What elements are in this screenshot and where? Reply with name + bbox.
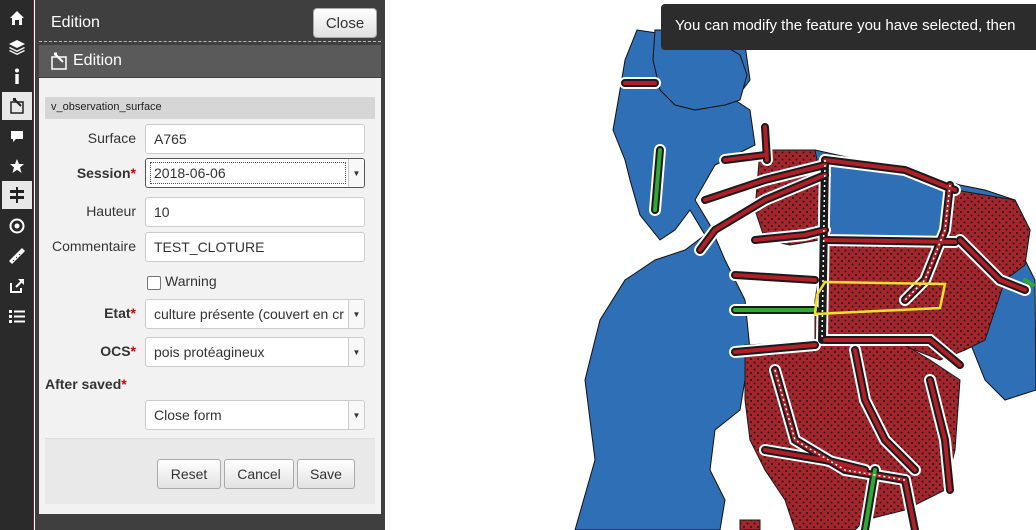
locate-icon[interactable] [2,212,32,240]
after-saved-label: After saved* [45,376,127,392]
comment-icon[interactable] [2,122,32,150]
save-button[interactable]: Save [297,459,355,489]
dock-title: Edition [51,14,100,31]
edition-subheader: Edition [39,45,381,77]
list-icon[interactable] [2,302,32,330]
dock-header: Edition Close [39,6,381,42]
ocs-label: OCS* [100,343,136,359]
close-button[interactable]: Close [313,8,377,38]
measure-icon[interactable] [2,242,32,270]
chevron-down-icon: ▼ [348,338,364,366]
home-icon[interactable] [2,4,32,32]
etat-value: culture présente (couvert en cr [154,306,344,322]
after-saved-value: Close form [154,407,222,423]
etat-label: Etat* [104,305,136,321]
warning-checkbox[interactable] [147,276,161,290]
layer-name: v_observation_surface [45,97,375,119]
info-icon[interactable] [2,62,32,90]
surface-label: Surface [87,130,136,146]
edition-icon[interactable] [2,92,32,120]
chevron-down-icon: ▼ [348,401,364,429]
reset-button[interactable]: Reset [157,459,221,489]
after-saved-select[interactable]: Close form ▼ [145,400,365,430]
dock-footer [39,514,381,530]
warning-label: Warning [165,273,217,289]
map-canvas[interactable] [385,0,1036,530]
star-icon[interactable] [2,152,32,180]
map-view[interactable] [385,0,1036,530]
session-select[interactable]: 2018-06-06 ▼ [145,158,365,188]
left-toolbar [0,0,34,530]
form-actions: Reset Cancel Save [45,438,375,504]
chevron-down-icon: ▼ [348,159,364,187]
commentaire-label: Commentaire [51,238,136,254]
commentaire-input[interactable]: TEST_CLOTURE [145,232,365,262]
edition-tooltip: You can modify the feature you have sele… [661,4,1036,50]
etat-select[interactable]: culture présente (couvert en cr ▼ [145,299,365,329]
edition-subtitle: Edition [73,52,122,69]
session-label: Session* [76,165,136,181]
cancel-button[interactable]: Cancel [224,459,294,489]
ocs-value: pois protéagineux [154,344,265,360]
signpost-icon[interactable] [2,181,32,209]
ocs-select[interactable]: pois protéagineux ▼ [145,337,365,367]
edition-form: v_observation_surface Surface A765 Sessi… [39,78,381,514]
surface-input[interactable]: A765 [145,124,365,154]
chevron-down-icon: ▼ [348,300,364,328]
hauteur-input[interactable]: 10 [145,197,365,227]
edition-icon [51,52,67,70]
edition-dock: Edition Close Edition v_observation_surf… [35,0,385,530]
hauteur-label: Hauteur [86,203,136,219]
share-icon[interactable] [2,272,32,300]
layers-icon[interactable] [2,33,32,61]
